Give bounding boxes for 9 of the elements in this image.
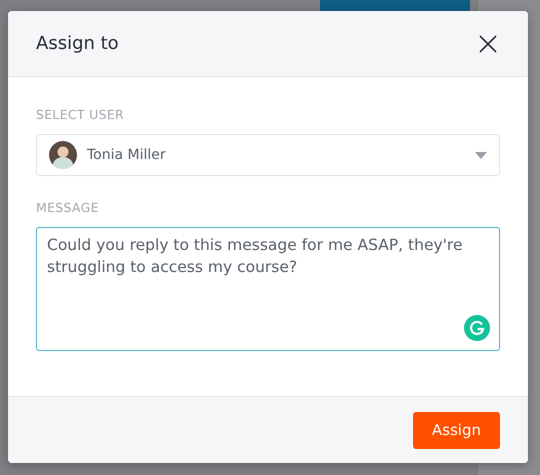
dialog-title: Assign to xyxy=(36,33,119,54)
assign-button[interactable]: Assign xyxy=(412,412,500,448)
message-field[interactable]: Could you reply to this message for me ASAP, they're struggling to access my course? xyxy=(36,227,500,351)
user-select[interactable]: Tonia Miller xyxy=(36,134,500,176)
avatar-icon xyxy=(49,141,77,169)
field-label: SELECT USER xyxy=(36,107,125,122)
dropdown-caret-icon xyxy=(475,152,487,158)
field-label: MESSAGE xyxy=(36,200,100,215)
selected-user: Tonia Miller xyxy=(87,147,167,163)
